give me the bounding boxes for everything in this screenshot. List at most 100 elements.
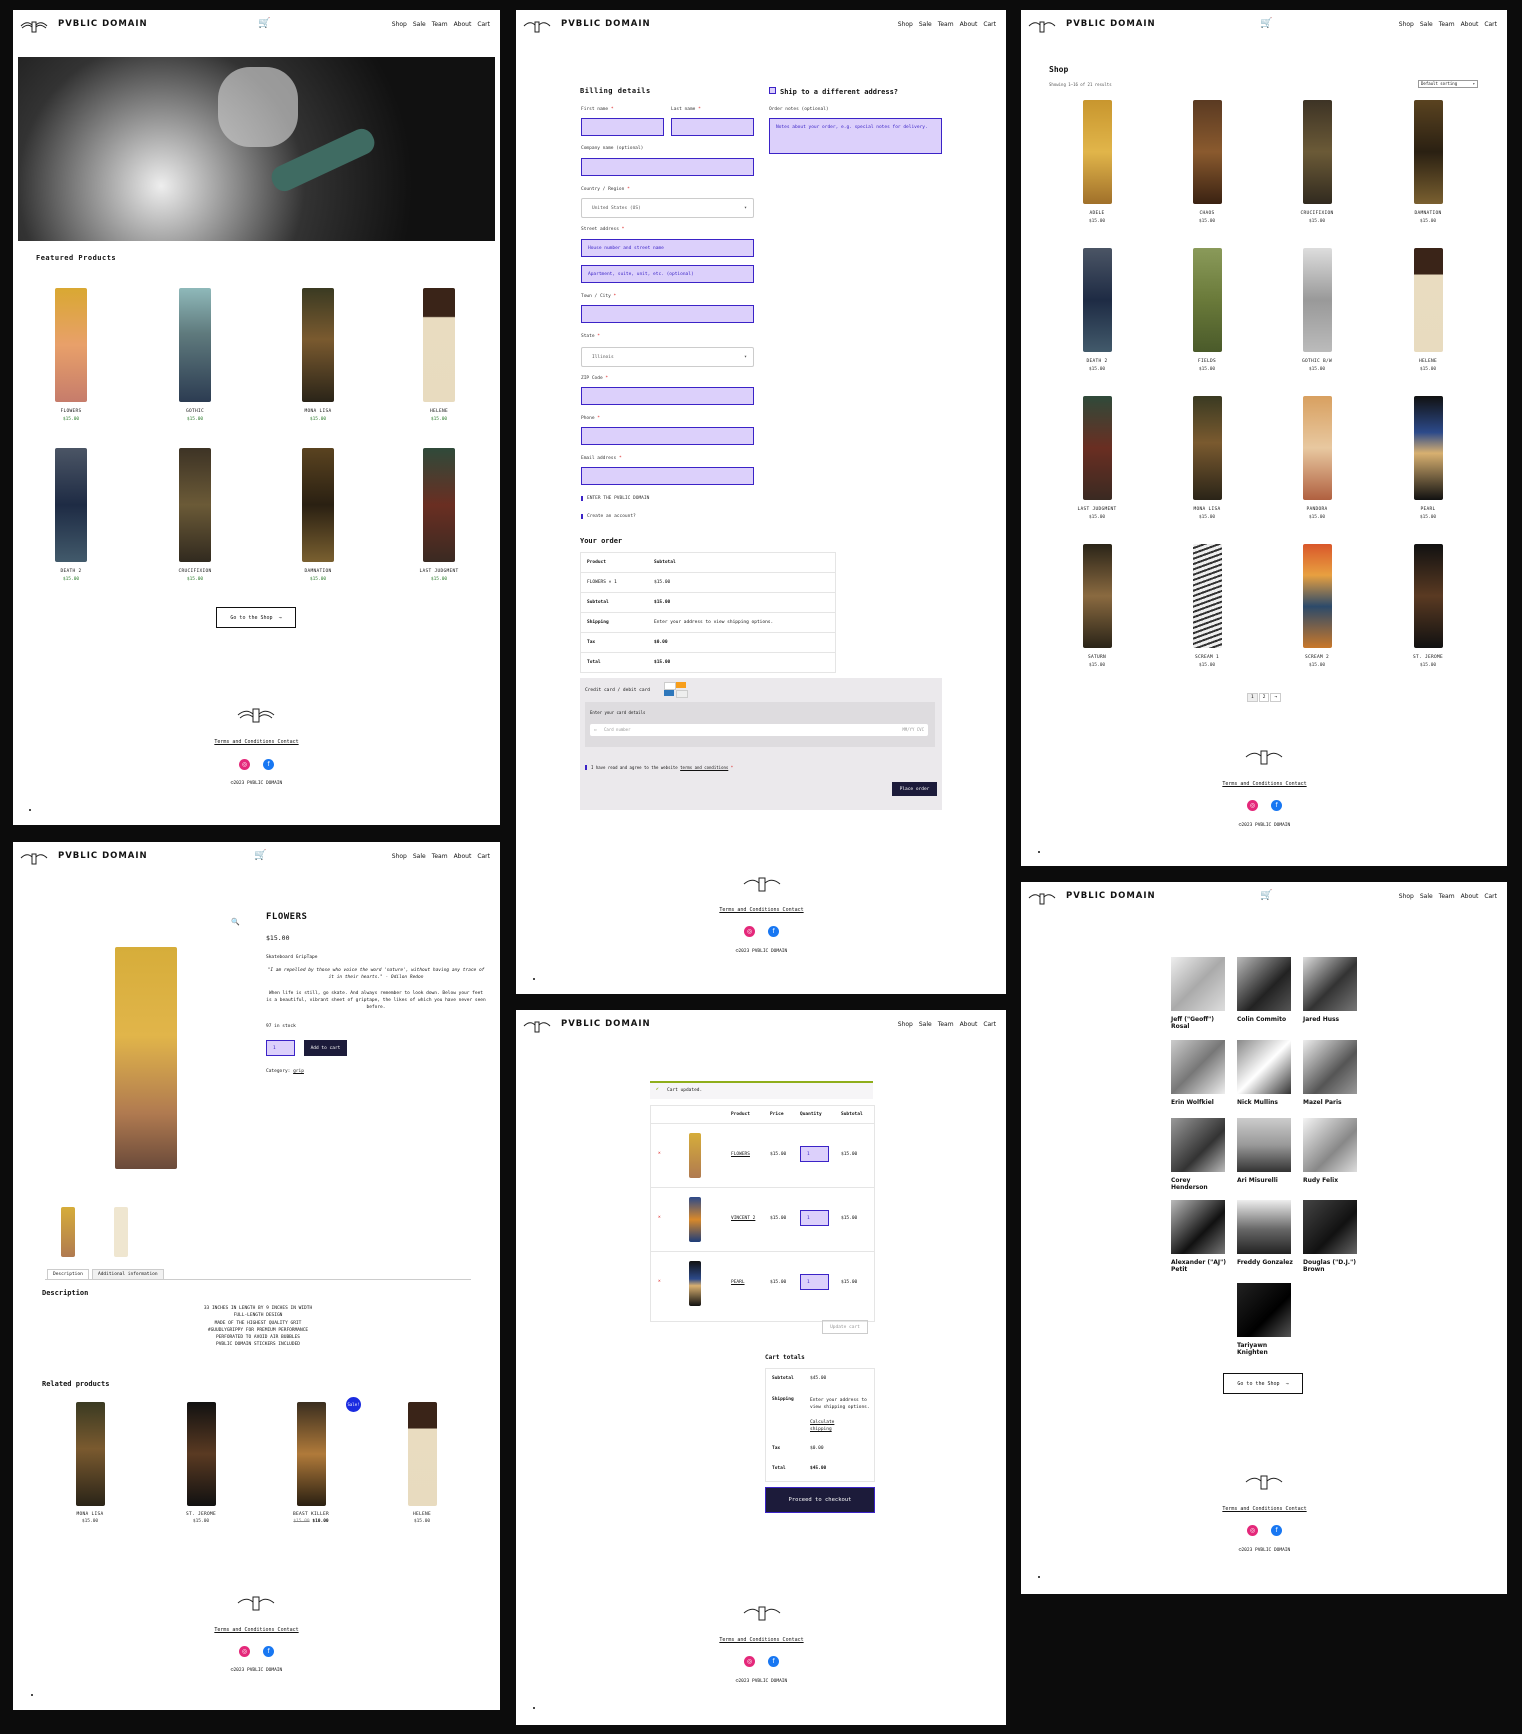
instagram-icon[interactable]: ◎	[239, 759, 250, 770]
winged-logo-icon[interactable]	[522, 1017, 552, 1035]
product-image[interactable]	[1193, 248, 1222, 352]
instagram-icon[interactable]: ◎	[239, 1646, 250, 1657]
product-image[interactable]	[423, 448, 455, 562]
nav-cart[interactable]: Cart	[1484, 893, 1497, 900]
facebook-icon[interactable]: f	[1271, 800, 1282, 811]
product-image[interactable]	[302, 448, 334, 562]
product-name[interactable]: HELENE	[409, 409, 469, 414]
product-image[interactable]	[179, 448, 211, 562]
tab-description[interactable]: Description	[47, 1269, 89, 1279]
product-image[interactable]	[1303, 396, 1332, 500]
product-name[interactable]: GOTHIC	[165, 409, 225, 414]
brand-name[interactable]: PVBLIC DOMAIN	[1066, 891, 1156, 901]
product-image[interactable]	[1083, 396, 1112, 500]
remove-icon[interactable]: ✕	[658, 1215, 661, 1220]
brand-name[interactable]: PVBLIC DOMAIN	[561, 1019, 651, 1029]
instagram-icon[interactable]: ◎	[1247, 800, 1258, 811]
nav-cart[interactable]: Cart	[477, 21, 490, 28]
cart-icon[interactable]: 🛒	[258, 18, 270, 29]
nav-about[interactable]: About	[454, 21, 472, 28]
nav-sale[interactable]: Sale	[1420, 893, 1433, 900]
nav-team[interactable]: Team	[1439, 21, 1455, 28]
page-next[interactable]: →	[1270, 693, 1282, 702]
cart-icon[interactable]: 🛒	[1260, 890, 1272, 901]
nav-sale[interactable]: Sale	[1420, 21, 1433, 28]
product-name[interactable]: LAST JUDGMENT	[409, 569, 469, 574]
product-image[interactable]	[1414, 544, 1443, 648]
instagram-icon[interactable]: ◎	[744, 926, 755, 937]
nav-cart[interactable]: Cart	[983, 21, 996, 28]
cart-item-image[interactable]	[689, 1133, 701, 1178]
nav-team[interactable]: Team	[432, 853, 448, 860]
thumbnail-1[interactable]	[61, 1207, 75, 1257]
product-image[interactable]	[1303, 544, 1332, 648]
category-link[interactable]: grip	[293, 1069, 304, 1074]
product-name[interactable]: DAMNATION	[1398, 211, 1458, 216]
nav-about[interactable]: About	[1461, 893, 1479, 900]
product-name[interactable]: PANDORA	[1287, 507, 1347, 512]
product-name[interactable]: DEATH 2	[1067, 359, 1127, 364]
remove-icon[interactable]: ✕	[658, 1151, 661, 1156]
quantity-input[interactable]: 1	[266, 1040, 295, 1056]
product-name[interactable]: DAMNATION	[288, 569, 348, 574]
company-input[interactable]	[581, 158, 754, 176]
nav-about[interactable]: About	[960, 1021, 978, 1028]
nav-team[interactable]: Team	[938, 21, 954, 28]
product-image[interactable]	[302, 288, 334, 402]
product-name[interactable]: FIELDS	[1177, 359, 1237, 364]
cart-icon[interactable]: 🛒	[1260, 18, 1272, 29]
cart-item-name[interactable]: FLOWERS	[731, 1152, 750, 1157]
related-name[interactable]: MONA LISA	[60, 1512, 120, 1517]
ship-different-row[interactable]: Ship to a different address?	[769, 87, 898, 96]
nav-cart[interactable]: Cart	[983, 1021, 996, 1028]
product-name[interactable]: HELENE	[1398, 359, 1458, 364]
related-name[interactable]: ST. JEROME	[171, 1512, 231, 1517]
product-image[interactable]	[1414, 248, 1443, 352]
nav-team[interactable]: Team	[432, 21, 448, 28]
related-image[interactable]	[408, 1402, 437, 1506]
brand-name[interactable]: PVBLIC DOMAIN	[58, 19, 148, 29]
facebook-icon[interactable]: f	[768, 1656, 779, 1667]
nav-team[interactable]: Team	[938, 1021, 954, 1028]
thumbnail-2[interactable]	[114, 1207, 128, 1257]
instagram-icon[interactable]: ◎	[744, 1656, 755, 1667]
order-notes-textarea[interactable]: Notes about your order, e.g. special not…	[769, 118, 942, 154]
product-name[interactable]: DEATH 2	[41, 569, 101, 574]
zip-input[interactable]	[581, 387, 754, 405]
cart-item-image[interactable]	[689, 1197, 701, 1242]
product-name[interactable]: SCREAM 2	[1287, 655, 1347, 660]
enter-domain-checkbox[interactable]: ENTER THE PVBLIC DOMAIN	[581, 496, 649, 501]
related-name[interactable]: HELENE	[392, 1512, 452, 1517]
quantity-input[interactable]: 1	[800, 1274, 829, 1290]
product-name[interactable]: SATURN	[1067, 655, 1127, 660]
nav-cart[interactable]: Cart	[477, 853, 490, 860]
nav-sale[interactable]: Sale	[413, 21, 426, 28]
footer-links[interactable]: Terms and Conditions Contact	[708, 907, 815, 913]
street-input-2[interactable]: Apartment, suite, unit, etc. (optional)	[581, 265, 754, 283]
street-input-1[interactable]: House number and street name	[581, 239, 754, 257]
related-image[interactable]	[187, 1402, 216, 1506]
cart-item-name[interactable]: PEARL	[731, 1280, 745, 1285]
nav-shop[interactable]: Shop	[392, 21, 407, 28]
nav-team[interactable]: Team	[1439, 893, 1455, 900]
winged-logo-icon[interactable]	[1027, 17, 1057, 35]
product-image[interactable]	[55, 288, 87, 402]
email-input[interactable]	[581, 467, 754, 485]
product-name[interactable]: GOTHIC B/W	[1287, 359, 1347, 364]
product-name[interactable]: LAST JUDGMENT	[1067, 507, 1127, 512]
nav-cart[interactable]: Cart	[1484, 21, 1497, 28]
phone-input[interactable]	[581, 427, 754, 445]
nav-shop[interactable]: Shop	[392, 853, 407, 860]
winged-logo-icon[interactable]	[522, 17, 552, 35]
remove-icon[interactable]: ✕	[658, 1279, 661, 1284]
checkbox-icon[interactable]	[769, 87, 776, 94]
product-name[interactable]: ST. JEROME	[1398, 655, 1458, 660]
product-name[interactable]: CRUCIFIXION	[165, 569, 225, 574]
page-1[interactable]: 1	[1247, 693, 1258, 702]
footer-links[interactable]: Terms and Conditions Contact	[203, 739, 310, 745]
product-image[interactable]	[1193, 396, 1222, 500]
product-name[interactable]: MONA LISA	[1177, 507, 1237, 512]
cart-icon[interactable]: 🛒	[254, 850, 266, 861]
zoom-icon[interactable]: 🔍	[231, 918, 240, 926]
product-name[interactable]: FLOWERS	[41, 409, 101, 414]
